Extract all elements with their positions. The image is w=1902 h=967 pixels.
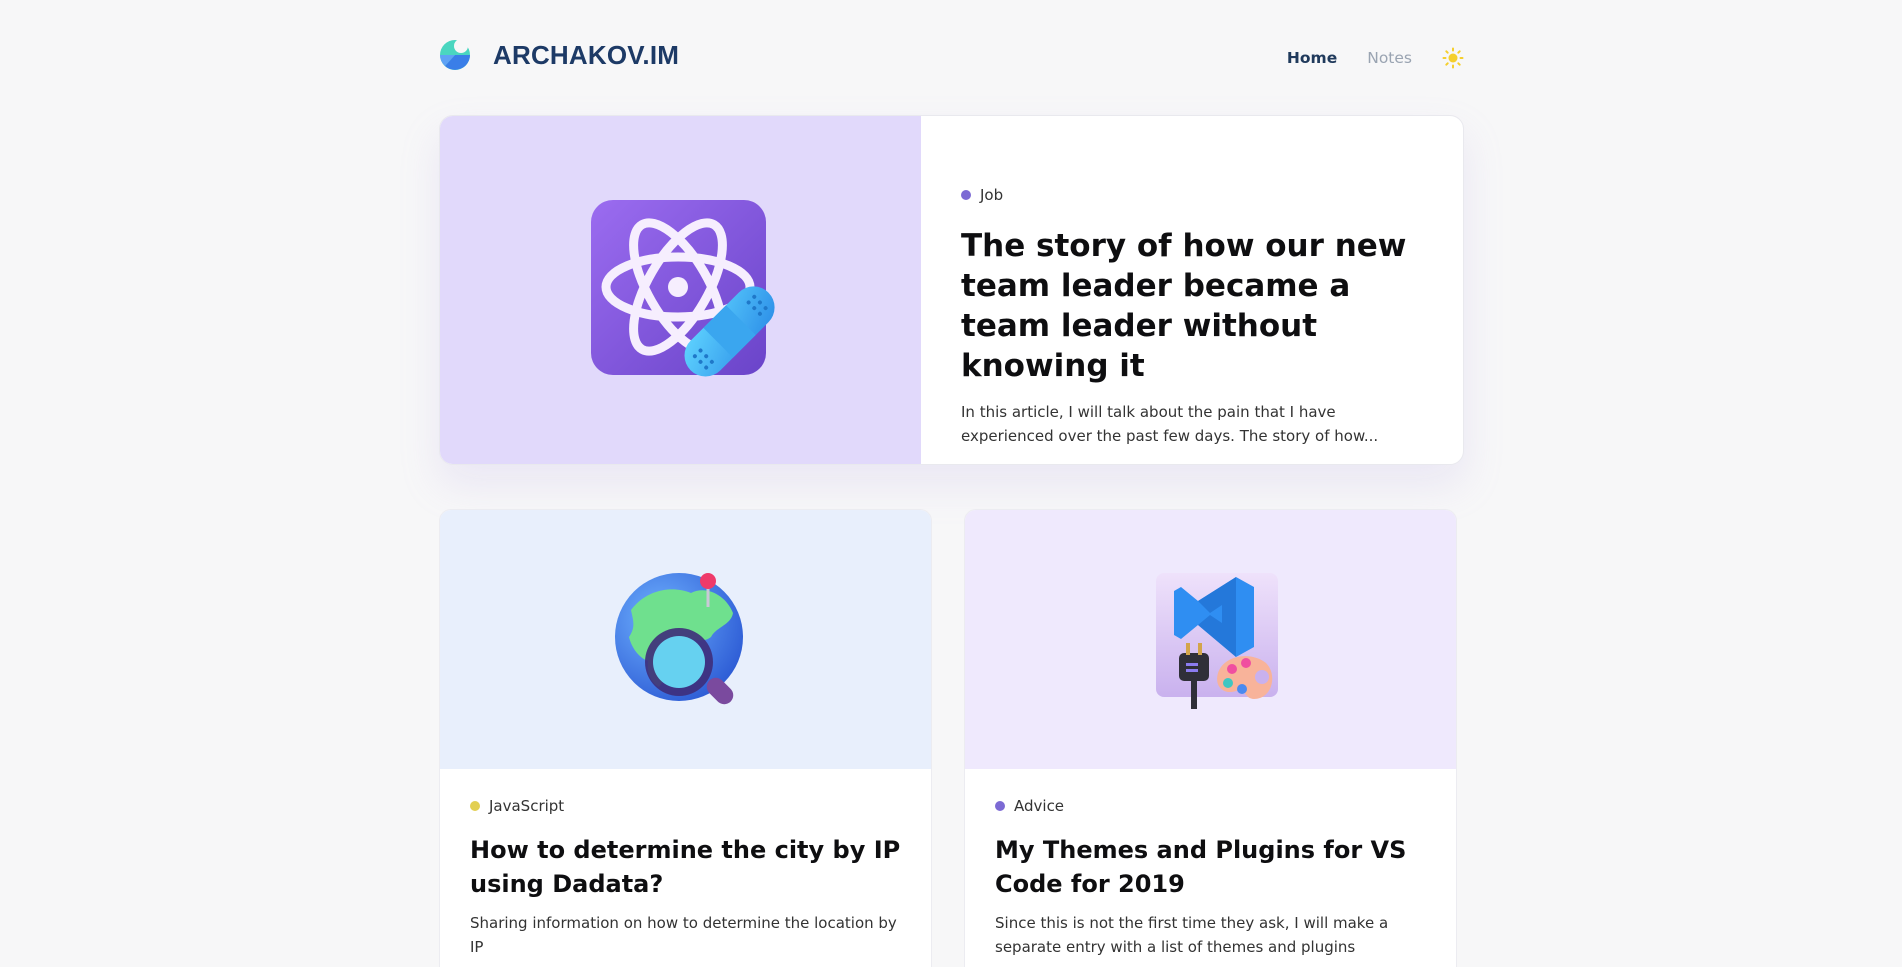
- nav-notes[interactable]: Notes: [1367, 49, 1412, 67]
- post-card-image: [440, 510, 931, 769]
- tag-dot-icon: [961, 190, 971, 200]
- post-card[interactable]: JavaScript How to determine the city by …: [439, 509, 932, 967]
- post-tag[interactable]: Advice: [995, 797, 1426, 815]
- pie-logo-icon: [440, 39, 470, 70]
- post-card-image: [965, 510, 1456, 769]
- post-tag[interactable]: Job: [961, 186, 1423, 204]
- featured-post-excerpt: In this article, I will talk about the p…: [961, 403, 1379, 445]
- vscode-plugin-palette-icon: [1155, 572, 1278, 709]
- theme-toggle-button[interactable]: [1442, 47, 1464, 69]
- featured-post-card[interactable]: Job The story of how our new team leader…: [439, 115, 1464, 465]
- featured-post-image: [440, 116, 921, 464]
- post-tag-label: Job: [980, 186, 1004, 204]
- post-card-excerpt: Sharing information on how to determine …: [470, 914, 897, 956]
- post-tag[interactable]: JavaScript: [470, 797, 901, 815]
- post-card-excerpt: Since this is not the first time they as…: [995, 914, 1389, 956]
- post-tag-label: JavaScript: [489, 797, 565, 815]
- nav-home[interactable]: Home: [1287, 49, 1337, 67]
- post-card-title[interactable]: How to determine the city by IP using Da…: [470, 833, 901, 901]
- atom-with-bandage-icon: [590, 200, 775, 377]
- globe-magnifier-icon: [614, 572, 743, 704]
- page-container: ARCHAKOV.IM Home Notes Job The story of …: [439, 0, 1464, 967]
- featured-post-title[interactable]: The story of how our new team leader bec…: [961, 226, 1423, 386]
- site-header: ARCHAKOV.IM Home Notes: [439, 0, 1464, 110]
- sun-icon: [1442, 47, 1464, 69]
- site-title: ARCHAKOV.IM: [493, 39, 680, 70]
- site-logo[interactable]: ARCHAKOV.IM: [439, 38, 679, 72]
- post-card-body: Advice My Themes and Plugins for VS Code…: [965, 769, 1456, 959]
- tag-dot-icon: [995, 801, 1005, 811]
- tag-dot-icon: [470, 801, 480, 811]
- post-card-title[interactable]: My Themes and Plugins for VS Code for 20…: [995, 833, 1426, 901]
- main-nav: Home Notes: [1287, 47, 1464, 69]
- featured-post-body: Job The story of how our new team leader…: [921, 116, 1463, 464]
- post-card-body: JavaScript How to determine the city by …: [440, 769, 931, 959]
- post-card[interactable]: Advice My Themes and Plugins for VS Code…: [964, 509, 1457, 967]
- post-tag-label: Advice: [1014, 797, 1065, 815]
